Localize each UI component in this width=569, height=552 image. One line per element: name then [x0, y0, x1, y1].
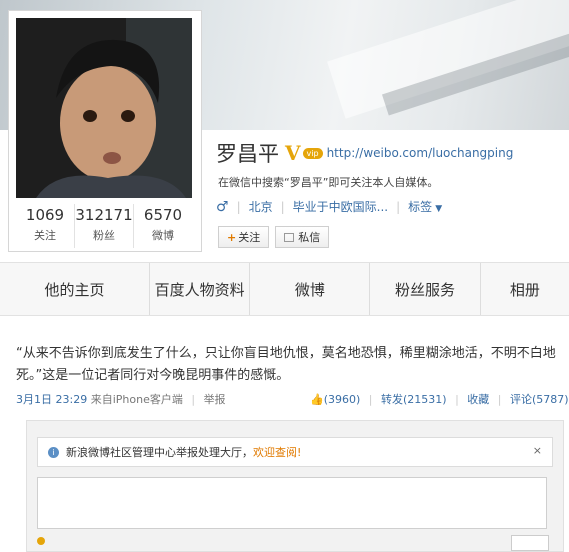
location-link[interactable]: 北京 — [249, 198, 273, 215]
post-meta-left: 3月1日 23:29 来自iPhone客户端 | 举报 — [16, 391, 226, 407]
stat-label: 粉丝 — [93, 229, 115, 242]
repost-link[interactable]: 转发(21531) — [381, 393, 447, 406]
chevron-down-icon: ▼ — [435, 204, 443, 214]
profile-bio: 在微信中搜索“罗昌平”即可关注本人自媒体。 — [218, 176, 439, 189]
avatar[interactable] — [16, 18, 192, 198]
profile-name: 罗昌平 — [216, 142, 279, 166]
message-icon — [284, 232, 295, 242]
favorite-link[interactable]: 收藏 — [467, 393, 489, 406]
message-button[interactable]: 私信 — [275, 226, 330, 248]
tab-home[interactable]: 他的主页 — [0, 263, 150, 315]
stat-following[interactable]: 1069 关注 — [16, 204, 75, 248]
plus-icon: + — [227, 230, 237, 244]
tab-album[interactable]: 相册 — [480, 263, 569, 315]
profile-name-row: 罗昌平 V vip http://weibo.com/luochangping — [216, 140, 513, 166]
report-link[interactable]: 举报 — [204, 393, 226, 406]
emoji-icon[interactable] — [37, 537, 45, 545]
stat-posts[interactable]: 6570 微博 — [134, 204, 192, 248]
male-icon: ♂ — [216, 198, 229, 215]
info-icon: i — [48, 446, 59, 458]
notice-link[interactable]: 欢迎查阅! — [253, 444, 301, 460]
divider: | — [191, 393, 196, 406]
stat-label: 关注 — [34, 229, 56, 242]
tab-baidu-profile[interactable]: 百度人物资料 — [149, 263, 251, 315]
stat-label: 微博 — [152, 229, 174, 242]
profile-url-link[interactable]: http://weibo.com/luochangping — [327, 146, 514, 160]
tab-fan-service[interactable]: 粉丝服务 — [370, 263, 481, 315]
stat-followers[interactable]: 312171 粉丝 — [75, 204, 134, 248]
divider: | — [497, 393, 502, 406]
profile-info-row: ♂ | 北京 | 毕业于中欧国际... | 标签 ▼ — [216, 198, 442, 215]
profile-stats: 1069 关注 312171 粉丝 6570 微博 — [16, 204, 192, 248]
like-count: (3960) — [323, 393, 361, 406]
divider: | — [455, 393, 459, 406]
message-label: 私信 — [298, 231, 321, 244]
divider: | — [396, 199, 401, 214]
divider: | — [280, 199, 285, 214]
post-source-link[interactable]: 来自iPhone客户端 — [91, 393, 183, 406]
comment-submit-button[interactable] — [511, 535, 549, 551]
thumbs-up-icon: 👍 — [310, 393, 324, 406]
post-text: “从来不告诉你到底发生了什么，只让你盲目地仇恨，莫名地恐惧，稀里糊涂地活，不明不… — [16, 346, 556, 383]
close-icon[interactable]: × — [533, 444, 542, 457]
stat-number: 312171 — [75, 206, 133, 224]
divider: | — [368, 393, 373, 406]
post-actions: 👍(3960) | 转发(21531) | 收藏 | 评论(5787) — [310, 391, 569, 407]
profile-actions: + 关注 私信 — [218, 226, 330, 248]
follow-button[interactable]: + 关注 — [218, 226, 270, 248]
education-link[interactable]: 毕业于中欧国际... — [293, 198, 388, 215]
stat-number: 1069 — [25, 206, 65, 224]
post-time-link[interactable]: 3月1日 23:29 — [16, 393, 87, 406]
stat-number: 6570 — [143, 206, 183, 224]
verified-icon[interactable]: V — [285, 141, 301, 165]
comment-panel: i 新浪微博社区管理中心举报处理大厅， 欢迎查阅! × — [26, 420, 564, 552]
tab-weibo[interactable]: 微博 — [250, 263, 371, 315]
comment-link[interactable]: 评论(5787) — [510, 393, 569, 406]
report-notice-bar: i 新浪微博社区管理中心举报处理大厅， 欢迎查阅! × — [37, 437, 553, 467]
divider: | — [236, 199, 241, 214]
profile-tabs: 他的主页 百度人物资料 微博 粉丝服务 相册 — [0, 262, 569, 316]
tags-dropdown[interactable]: 标签 ▼ — [408, 198, 442, 215]
comment-input[interactable] — [37, 477, 547, 529]
follow-label: 关注 — [238, 231, 261, 244]
tags-label: 标签 — [408, 200, 433, 214]
vip-badge-icon[interactable]: vip — [302, 147, 323, 159]
notice-text: 新浪微博社区管理中心举报处理大厅， — [66, 446, 253, 459]
like-button[interactable]: 👍(3960) — [310, 393, 360, 406]
avatar-photo — [16, 18, 192, 198]
